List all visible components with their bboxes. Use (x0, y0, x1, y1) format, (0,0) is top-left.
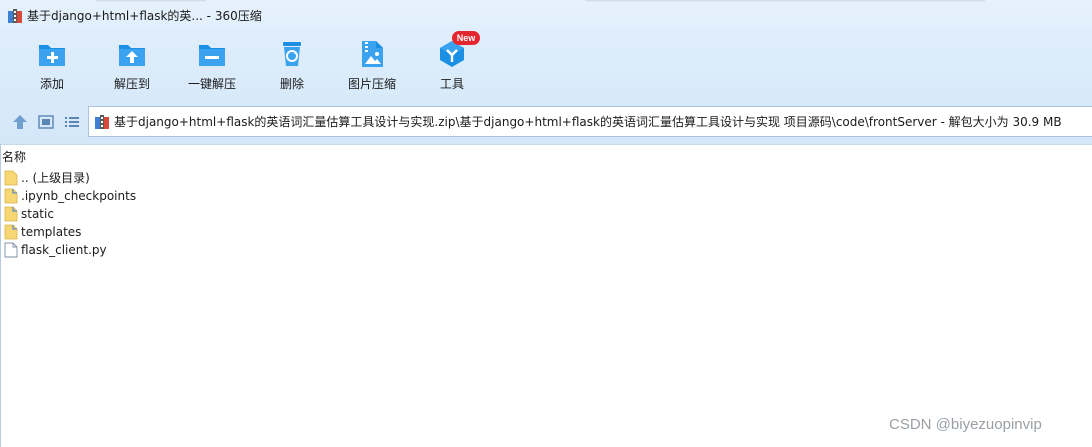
one-click-extract-button[interactable]: 一键解压 (172, 32, 252, 98)
address-bar: 基于django+html+flask的英语词汇量估算工具设计与实现.zip\基… (0, 106, 1092, 137)
watermark: CSDN @biyezuopinvip (889, 416, 1042, 433)
list-border (0, 144, 1, 447)
extract-to-label: 解压到 (113, 77, 150, 91)
list-item[interactable]: flask_client.py (3, 241, 403, 259)
folder-icon (4, 188, 18, 204)
file-list: 名称 .. (上级目录) .ipynb_checkpoints static t… (0, 144, 1092, 447)
list-item[interactable]: templates (3, 223, 403, 241)
tools-label: 工具 (439, 77, 464, 91)
image-compress-button[interactable]: 图片压缩 (332, 32, 412, 98)
list-item-label: templates (21, 225, 82, 239)
one-click-extract-label: 一键解压 (187, 77, 236, 91)
address-field[interactable]: 基于django+html+flask的英语词汇量估算工具设计与实现.zip\基… (88, 106, 1092, 137)
delete-button[interactable]: 删除 (252, 32, 332, 98)
window-title: 基于django+html+flask的英... - 360压缩 (27, 9, 262, 23)
extract-to-button[interactable]: 解压到 (92, 32, 172, 98)
up-arrow-icon[interactable] (11, 113, 29, 131)
title-bar[interactable]: 基于django+html+flask的英... - 360压缩 (0, 0, 1092, 32)
title-bar-shade (585, 0, 985, 2)
list-item[interactable]: .ipynb_checkpoints (3, 187, 403, 205)
file-icon (4, 242, 18, 258)
list-view-icon[interactable] (63, 113, 81, 131)
address-path: 基于django+html+flask的英语词汇量估算工具设计与实现.zip\基… (114, 115, 1062, 129)
folder-icon (4, 206, 18, 222)
header-area: 基于django+html+flask的英... - 360压缩 添加 解压到 … (0, 0, 1092, 144)
list-item[interactable]: static (3, 205, 403, 223)
archive-app-icon (8, 9, 22, 23)
extract-to-icon (119, 45, 145, 66)
thumbnail-view-icon[interactable] (37, 113, 55, 131)
title-bar-shade (96, 0, 206, 2)
add-folder-icon (39, 45, 65, 66)
delete-label: 删除 (279, 77, 304, 91)
new-badge: New (452, 31, 480, 45)
list-item-label: .ipynb_checkpoints (21, 189, 137, 203)
tools-button[interactable]: 工具 (412, 32, 492, 98)
recycle-bin-icon (283, 42, 301, 66)
folder-icon (4, 224, 18, 240)
archive-file-icon (95, 115, 109, 129)
list-item-label: static (21, 207, 54, 221)
column-header-name[interactable]: 名称 (2, 149, 26, 165)
add-button[interactable]: 添加 (12, 32, 92, 98)
list-item-parent[interactable]: .. (上级目录) (3, 169, 403, 187)
main-toolbar: 添加 解压到 一键解压 删除 图片压缩 工具 (0, 32, 1092, 98)
image-compress-icon (362, 41, 383, 67)
list-item-label: flask_client.py (21, 243, 107, 257)
image-compress-label: 图片压缩 (347, 77, 396, 91)
one-click-extract-icon (199, 45, 225, 66)
parent-folder-icon (4, 170, 18, 186)
add-label: 添加 (39, 77, 64, 91)
list-item-label: .. (上级目录) (21, 171, 90, 185)
archive-window: 基于django+html+flask的英... - 360压缩 添加 解压到 … (0, 0, 1092, 447)
